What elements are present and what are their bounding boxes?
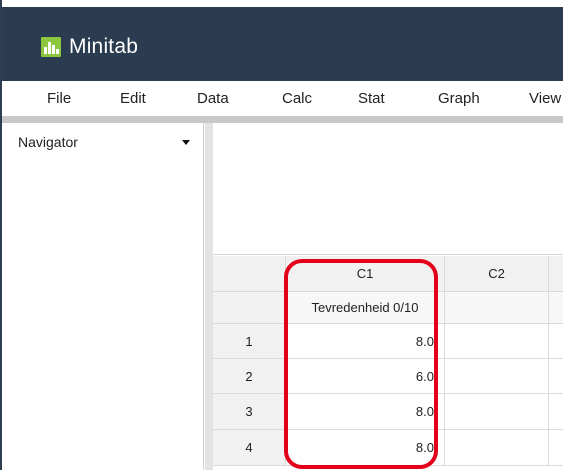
row-number[interactable]: 2 [213,359,286,394]
cell-c3-r2[interactable] [549,359,563,394]
toolbar-strip [2,116,563,123]
panel-splitter[interactable] [205,123,213,470]
cell-c3-r4[interactable] [549,430,563,466]
cell-c1-r2[interactable]: 6.0 [286,359,445,394]
navigator-title: Navigator [18,134,78,150]
menu-calc[interactable]: Calc [282,90,312,108]
cell-c3-r3[interactable] [549,394,563,430]
menu-stat[interactable]: Stat [358,90,385,108]
navigator-panel: Navigator [2,123,204,470]
name-row-label [213,292,286,324]
corner-cell[interactable] [213,256,286,292]
title-bar: Minitab [2,7,563,81]
app-title: Minitab [69,35,139,58]
cell-c2-r2[interactable] [445,359,549,394]
menu-graph[interactable]: Graph [438,90,480,108]
column-header-c2[interactable]: C2 [445,256,549,292]
row-number[interactable]: 4 [213,430,286,466]
cell-c2-r1[interactable] [445,324,549,359]
column-name-c2[interactable] [445,292,549,324]
menu-edit[interactable]: Edit [120,90,146,108]
window-top-edge [0,0,563,7]
cell-c2-r3[interactable] [445,394,549,430]
cell-c1-r1[interactable]: 8.0 [286,324,445,359]
column-name-c3[interactable] [549,292,563,324]
column-header-c1[interactable]: C1 [286,256,445,292]
row-number[interactable]: 3 [213,394,286,430]
menu-file[interactable]: File [47,90,71,108]
menu-bar: File Edit Data Calc Stat Graph View [2,81,563,116]
menu-data[interactable]: Data [197,90,229,108]
minitab-logo-icon [41,37,61,57]
column-name-c1[interactable]: Tevredenheid 0/10 [286,292,445,324]
menu-view[interactable]: View [529,90,561,108]
output-pane [213,123,563,255]
worksheet-grid: C1 C2 Tevredenheid 0/10 1 8.0 2 6.0 3 8.… [213,256,563,470]
cell-c2-r4[interactable] [445,430,549,466]
chevron-down-icon[interactable] [182,140,190,145]
cell-c3-r1[interactable] [549,324,563,359]
row-number[interactable]: 1 [213,324,286,359]
cell-c1-r3[interactable]: 8.0 [286,394,445,430]
cell-c1-r4[interactable]: 8.0 [286,430,445,466]
column-header-c3[interactable] [549,256,563,292]
